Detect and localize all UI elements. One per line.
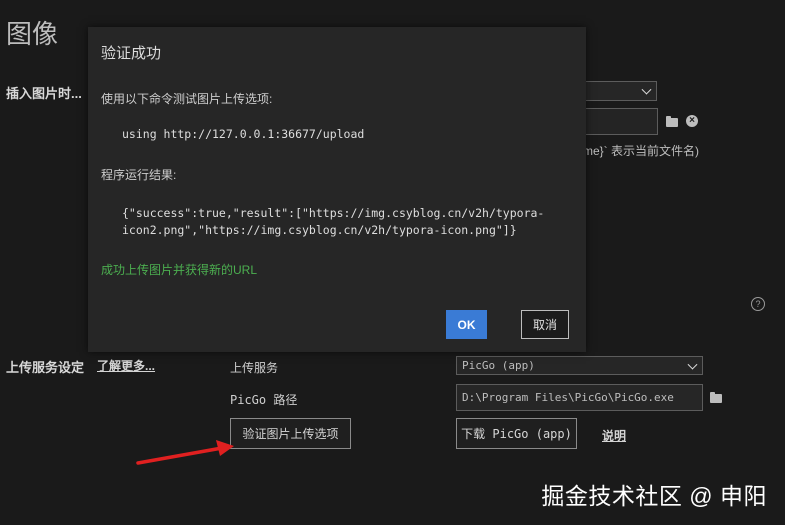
verify-success-dialog: 验证成功 使用以下命令测试图片上传选项: using http://127.0.… <box>88 27 586 352</box>
page-title: 图像 <box>6 19 59 49</box>
chevron-down-icon <box>641 84 652 95</box>
insert-image-label: 插入图片时... <box>6 86 82 101</box>
dialog-title: 验证成功 <box>101 45 162 62</box>
help-icon[interactable]: ? <box>751 297 765 311</box>
service-label: 上传服务 <box>230 361 279 375</box>
insert-image-select[interactable] <box>583 81 657 101</box>
learn-more-link[interactable]: 了解更多... <box>97 357 155 374</box>
download-picgo-button[interactable]: 下载 PicGo (app) <box>456 418 577 449</box>
folder-icon[interactable] <box>666 116 678 127</box>
annotation-arrow <box>136 440 234 465</box>
cancel-button[interactable]: 取消 <box>521 310 569 339</box>
dialog-result-label: 程序运行结果: <box>101 168 177 182</box>
filename-hint: me}` 表示当前文件名) <box>583 144 700 158</box>
chevron-down-icon <box>687 359 698 370</box>
watermark: 掘金技术社区 @ 申阳 <box>541 483 767 509</box>
folder-icon[interactable] <box>710 392 722 403</box>
clear-icon[interactable]: × <box>686 115 698 127</box>
picgo-path-input[interactable]: D:\Program Files\PicGo\PicGo.exe <box>456 384 703 411</box>
ok-button[interactable]: OK <box>446 310 487 339</box>
instructions-link[interactable]: 说明 <box>602 427 626 444</box>
picgo-path-value: D:\Program Files\PicGo\PicGo.exe <box>462 391 674 404</box>
image-path-input[interactable] <box>583 108 658 135</box>
dialog-intro: 使用以下命令测试图片上传选项: <box>101 92 273 106</box>
upload-service-select[interactable]: PicGo (app) <box>456 356 703 375</box>
verify-upload-button[interactable]: 验证图片上传选项 <box>230 418 351 449</box>
dialog-result-line-2: icon2.png","https://img.csyblog.cn/v2h/t… <box>122 223 517 237</box>
picgo-path-label: PicGo 路径 <box>230 393 298 407</box>
dialog-success-message: 成功上传图片并获得新的URL <box>101 263 258 277</box>
dialog-command: using http://127.0.0.1:36677/upload <box>122 127 365 141</box>
upload-service-label: 上传服务设定 <box>6 360 85 375</box>
upload-service-value: PicGo (app) <box>462 359 535 372</box>
